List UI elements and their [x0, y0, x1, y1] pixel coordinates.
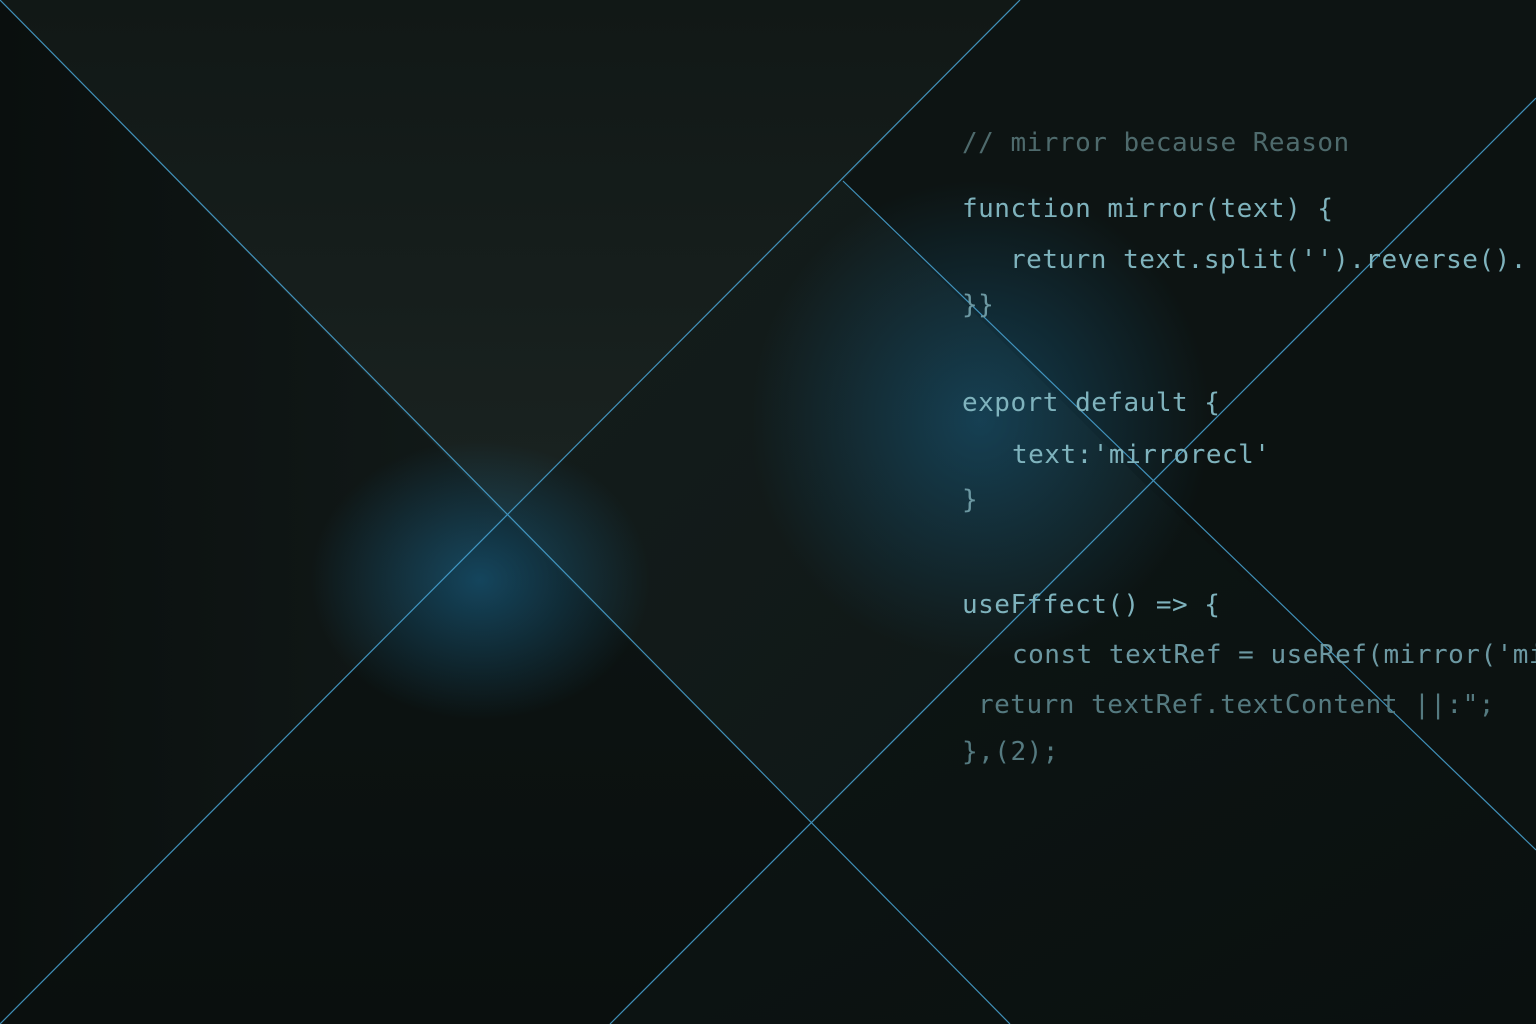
code-line-export-default: export default {	[962, 388, 1221, 418]
code-comment: // mirror because Reason	[962, 128, 1350, 158]
code-line-const-textref: const textRef = useRef(mirror('mirr	[1012, 640, 1536, 670]
code-line-close-braces: }}	[962, 290, 995, 320]
code-line-return-textref: return textRef.textContent ||:";	[978, 690, 1495, 720]
code-line-use-effect: useFffect() => {	[962, 590, 1221, 620]
code-line-close-brace: }	[962, 485, 979, 515]
wallpaper-canvas: // mirror because Reason function mirror…	[0, 0, 1536, 1024]
code-line-return-split: return text.split('').reverse().	[1010, 245, 1527, 275]
code-snippet: // mirror because Reason function mirror…	[0, 0, 1536, 1024]
code-line-text-prop: text:'mirrorecl'	[1012, 440, 1271, 470]
code-line-deps: },(2);	[962, 737, 1059, 767]
code-line-function: function mirror(text) {	[962, 194, 1334, 224]
